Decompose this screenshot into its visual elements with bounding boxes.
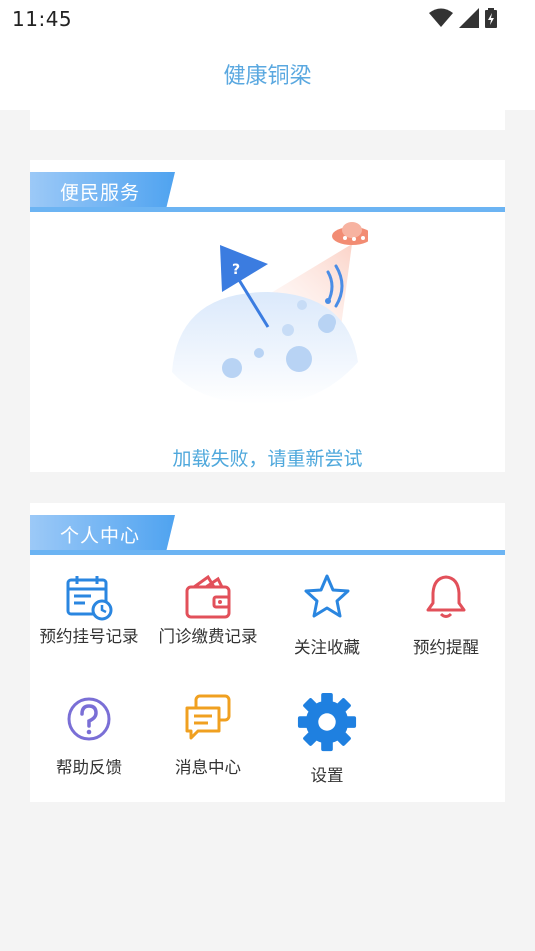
load-error-message[interactable]: 加载失败，请重新尝试 [30,444,505,471]
question-circle-icon [67,697,111,741]
personal-center-card: 个人中心 预约挂号记录 门诊缴费记录 关注收藏 预约提醒 帮助反馈 消息中心 设… [30,503,505,802]
menu-item-label: 预约挂号记录 [39,627,139,646]
menu-item-settings[interactable]: 设置 [268,683,386,793]
personal-section-header: 个人中心 [30,515,505,557]
menu-item-label: 消息中心 [175,758,241,777]
services-card: 便民服务 ? 加载失败，请重新尝试 [30,160,505,472]
svg-text:?: ? [232,262,240,278]
services-section-tag: 便民服务 [30,172,175,208]
menu-item-favorites[interactable]: 关注收藏 [268,563,386,673]
gear-icon [297,692,357,752]
menu-item-appointment-records[interactable]: 预约挂号记录 [30,563,148,673]
menu-item-label: 帮助反馈 [56,758,122,777]
menu-item-label: 门诊缴费记录 [158,627,258,646]
bell-icon [426,575,466,618]
menu-item-payment-records[interactable]: 门诊缴费记录 [149,563,267,673]
star-icon [304,574,350,618]
services-section-header: 便民服务 [30,172,505,214]
menu-item-label: 关注收藏 [294,638,360,657]
menu-item-help-feedback[interactable]: 帮助反馈 [30,683,148,793]
wifi-icon [429,8,453,27]
signal-icon [459,8,479,28]
wallet-icon [185,574,231,619]
chat-icon [185,694,231,740]
load-failed-illustration: ? [172,222,368,405]
menu-item-appointment-reminder[interactable]: 预约提醒 [387,563,505,673]
battery-icon [485,8,497,28]
status-icons [429,8,497,28]
menu-item-label: 预约提醒 [413,638,479,657]
menu-item-message-center[interactable]: 消息中心 [149,683,267,793]
app-header: 健康铜梁 [0,36,535,110]
section-divider [30,207,505,212]
banner-card-bottom [30,110,505,130]
menu-item-label: 设置 [310,766,344,785]
section-divider [30,550,505,555]
status-time: 11:45 [12,7,73,31]
personal-section-tag: 个人中心 [30,515,175,551]
services-section-label: 便民服务 [60,182,141,204]
calendar-clock-icon [66,576,113,621]
personal-section-label: 个人中心 [60,525,141,547]
page-title: 健康铜梁 [223,64,312,89]
status-bar: 11:45 [0,0,535,36]
